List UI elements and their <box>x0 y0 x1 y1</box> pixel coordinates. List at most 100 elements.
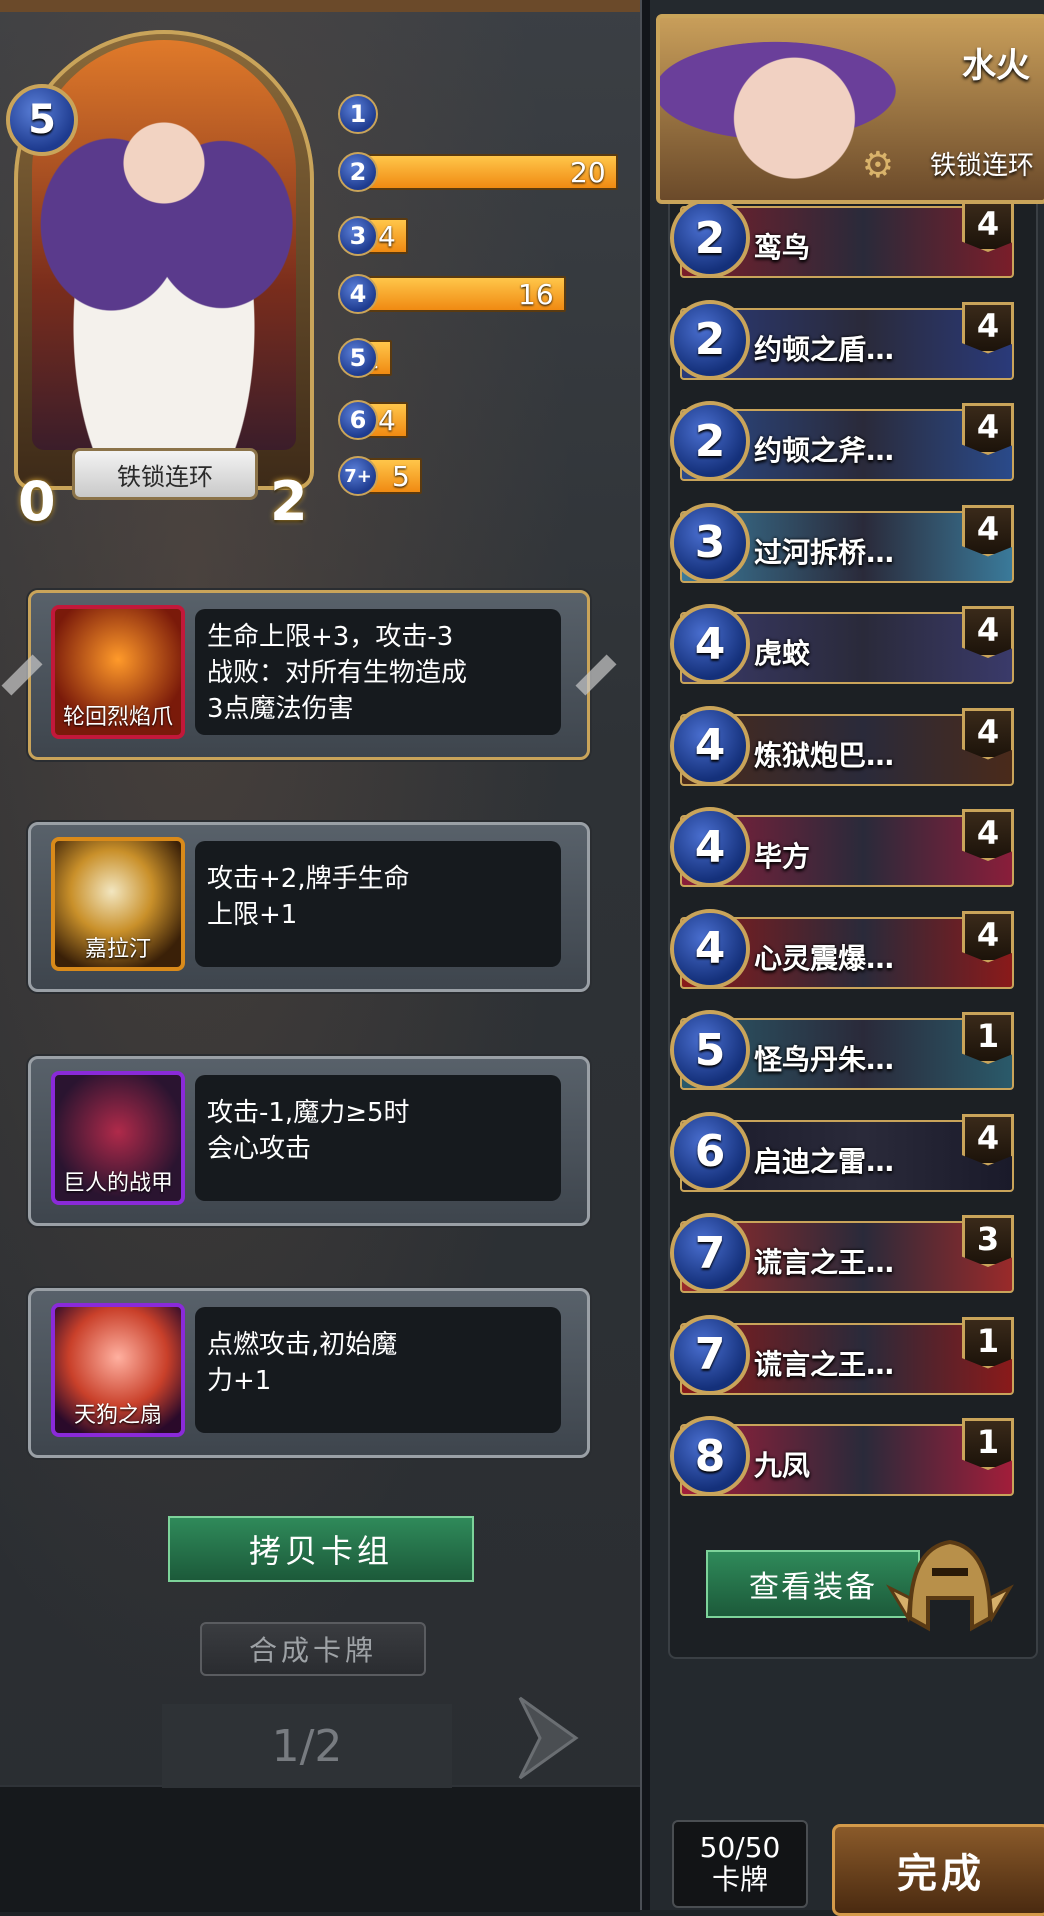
cost-bar-value: 4 <box>378 219 396 253</box>
equipment-name: 嘉拉汀 <box>84 937 151 962</box>
card-count-badge: 4 <box>962 403 1014 455</box>
card-count-badge: 4 <box>962 200 1014 252</box>
hero-name: 铁锁连环 <box>117 462 213 491</box>
equipment-panel-4[interactable]: 天狗之扇 点燃攻击,初始魔 力+1 <box>28 1288 590 1458</box>
card-name: 虎蛟 <box>754 637 811 670</box>
bottom-bar <box>0 1785 640 1912</box>
cost-bar-value: 16 <box>518 277 554 311</box>
fan-icon: 天狗之扇 <box>51 1303 185 1437</box>
sword-icon: 嘉拉汀 <box>51 837 185 971</box>
card-name: 怪鸟丹朱… <box>754 1043 895 1076</box>
card-name: 九凤 <box>754 1449 811 1482</box>
cost-label: 2 <box>338 152 378 192</box>
card-cost: 8 <box>670 1416 750 1496</box>
equipment-description: 攻击+2,牌手生命 上限+1 <box>195 841 561 967</box>
equipment-panel-2[interactable]: 嘉拉汀 攻击+2,牌手生命 上限+1 <box>28 822 590 992</box>
card-cost: 2 <box>670 198 750 278</box>
deck-card-item[interactable]: 2 约顿之斧… 4 <box>670 399 1014 483</box>
card-name: 谎言之王… <box>754 1347 895 1381</box>
view-equipment-label: 查看装备 <box>749 1570 877 1605</box>
card-cost: 2 <box>670 299 750 380</box>
copy-deck-button[interactable]: 拷贝卡组 <box>168 1516 474 1582</box>
done-button[interactable]: 完成 <box>832 1824 1044 1916</box>
page-number: 1/2 <box>271 1720 343 1772</box>
cost-bar-row: 64 <box>338 400 618 440</box>
cost-label: 4 <box>338 274 378 314</box>
gear-icon: ⚙ <box>861 145 894 186</box>
deck-skill: 铁锁连环 <box>929 151 1034 181</box>
deck-card-list[interactable]: 2 鸾鸟 4 2 约顿之盾… 4 2 约顿之斧… 4 3 过河拆桥… 4 4 虎蛟 4 4 炼狱炮巴… 4 4 毕方 4… <box>668 160 1038 1659</box>
desc-line: 会心攻击 <box>207 1134 312 1164</box>
card-count-badge: 4 <box>962 910 1014 963</box>
card-name: 毕方 <box>754 840 811 873</box>
armor-icon: 巨人的战甲 <box>51 1071 185 1205</box>
card-cost: 7 <box>670 1314 750 1395</box>
deck-card-item[interactable]: 8 九凤 1 <box>670 1414 1014 1498</box>
card-cost: 2 <box>670 401 750 481</box>
card-cost: 4 <box>670 908 750 989</box>
cost-bar-row: 1 <box>338 94 618 134</box>
deck-card-item[interactable]: 5 怪鸟丹朱… 1 <box>670 1008 1014 1092</box>
copy-deck-label: 拷贝卡组 <box>248 1532 393 1570</box>
card-count-badge: 4 <box>962 606 1014 658</box>
deck-card-item[interactable]: 7 谎言之王… 3 <box>670 1211 1014 1295</box>
card-count-badge: 4 <box>962 809 1014 861</box>
deck-card-item[interactable]: 7 谎言之王… 1 <box>670 1313 1014 1397</box>
card-name: 谎言之王… <box>754 1246 895 1279</box>
done-label: 完成 <box>897 1851 985 1897</box>
deck-card-item[interactable]: 3 过河拆桥… 4 <box>670 501 1014 585</box>
cost-distribution-chart: 12203441651647+5 <box>338 94 618 506</box>
card-cost: 4 <box>670 807 750 887</box>
deck-card-item[interactable]: 4 毕方 4 <box>670 805 1014 889</box>
panel-divider <box>640 0 650 1910</box>
card-name: 约顿之盾… <box>754 332 895 366</box>
cost-label: 6 <box>338 400 378 440</box>
card-count-value: 50/50 <box>699 1831 781 1864</box>
card-count-badge: 4 <box>962 301 1014 354</box>
equipment-name: 轮回烈焰爪 <box>62 705 173 730</box>
card-count-box: 50/50 卡牌 <box>672 1820 808 1908</box>
card-cost: 6 <box>670 1111 750 1192</box>
flame-claw-icon: 轮回烈焰爪 <box>51 605 185 739</box>
card-name: 过河拆桥… <box>754 535 895 569</box>
hero-cost-gem: 5 <box>6 84 78 156</box>
cost-bar-value: 5 <box>392 459 410 493</box>
equipment-panel-3[interactable]: 巨人的战甲 攻击-1,魔力≥5时 会心攻击 <box>28 1056 590 1226</box>
card-name: 约顿之斧… <box>754 434 895 467</box>
cost-bar-value: 4 <box>378 403 396 437</box>
card-name: 心灵震爆… <box>754 941 895 975</box>
synthesize-label: 合成卡牌 <box>248 1634 377 1667</box>
cost-bar-row: 7+ 5 <box>338 456 618 496</box>
card-count-badge: 1 <box>962 1418 1014 1470</box>
deck-card-item[interactable]: 2 鸾鸟 4 <box>670 196 1014 280</box>
card-cost: 7 <box>670 1213 750 1293</box>
deck-card-item[interactable]: 4 炼狱炮巴… 4 <box>670 704 1014 788</box>
card-count-badge: 4 <box>962 707 1014 760</box>
card-cost: 4 <box>670 604 750 684</box>
synthesize-card-button[interactable]: 合成卡牌 <box>200 1622 426 1676</box>
equipment-name: 巨人的战甲 <box>62 1171 173 1196</box>
deck-card-item[interactable]: 4 心灵震爆… 4 <box>670 907 1014 991</box>
cost-label: 3 <box>338 216 378 256</box>
hero-cost: 5 <box>28 97 56 143</box>
deck-title: 水火 <box>962 46 1030 86</box>
card-cost: 3 <box>670 502 750 583</box>
card-count-badge: 4 <box>962 1113 1014 1166</box>
desc-line: 攻击-1,魔力≥5时 <box>207 1098 410 1128</box>
cost-label: 7+ <box>338 456 378 496</box>
deck-card-item[interactable]: 6 启迪之雷… 4 <box>670 1110 1014 1194</box>
cost-label: 1 <box>338 94 378 134</box>
equipment-panel-1[interactable]: 轮回烈焰爪 生命上限+3，攻击-3 战败：对所有生物造成 3点魔法伤害 <box>1 590 617 760</box>
desc-line: 战败：对所有生物造成 <box>207 658 468 688</box>
next-page-arrow-icon[interactable] <box>510 1688 586 1788</box>
card-cost: 5 <box>670 1010 750 1090</box>
cost-bar-row: 51 <box>338 338 618 378</box>
deck-card-item[interactable]: 2 约顿之盾… 4 <box>670 298 1014 382</box>
equipment-description: 攻击-1,魔力≥5时 会心攻击 <box>195 1075 561 1201</box>
card-name: 启迪之雷… <box>754 1144 895 1178</box>
hero-attack: 0 <box>18 470 56 533</box>
deck-card-item[interactable]: 4 虎蛟 4 <box>670 602 1014 686</box>
helmet-icon[interactable] <box>880 1528 1020 1648</box>
desc-line: 生命上限+3，攻击-3 <box>207 622 454 652</box>
cost-bar-value: 20 <box>570 155 606 189</box>
